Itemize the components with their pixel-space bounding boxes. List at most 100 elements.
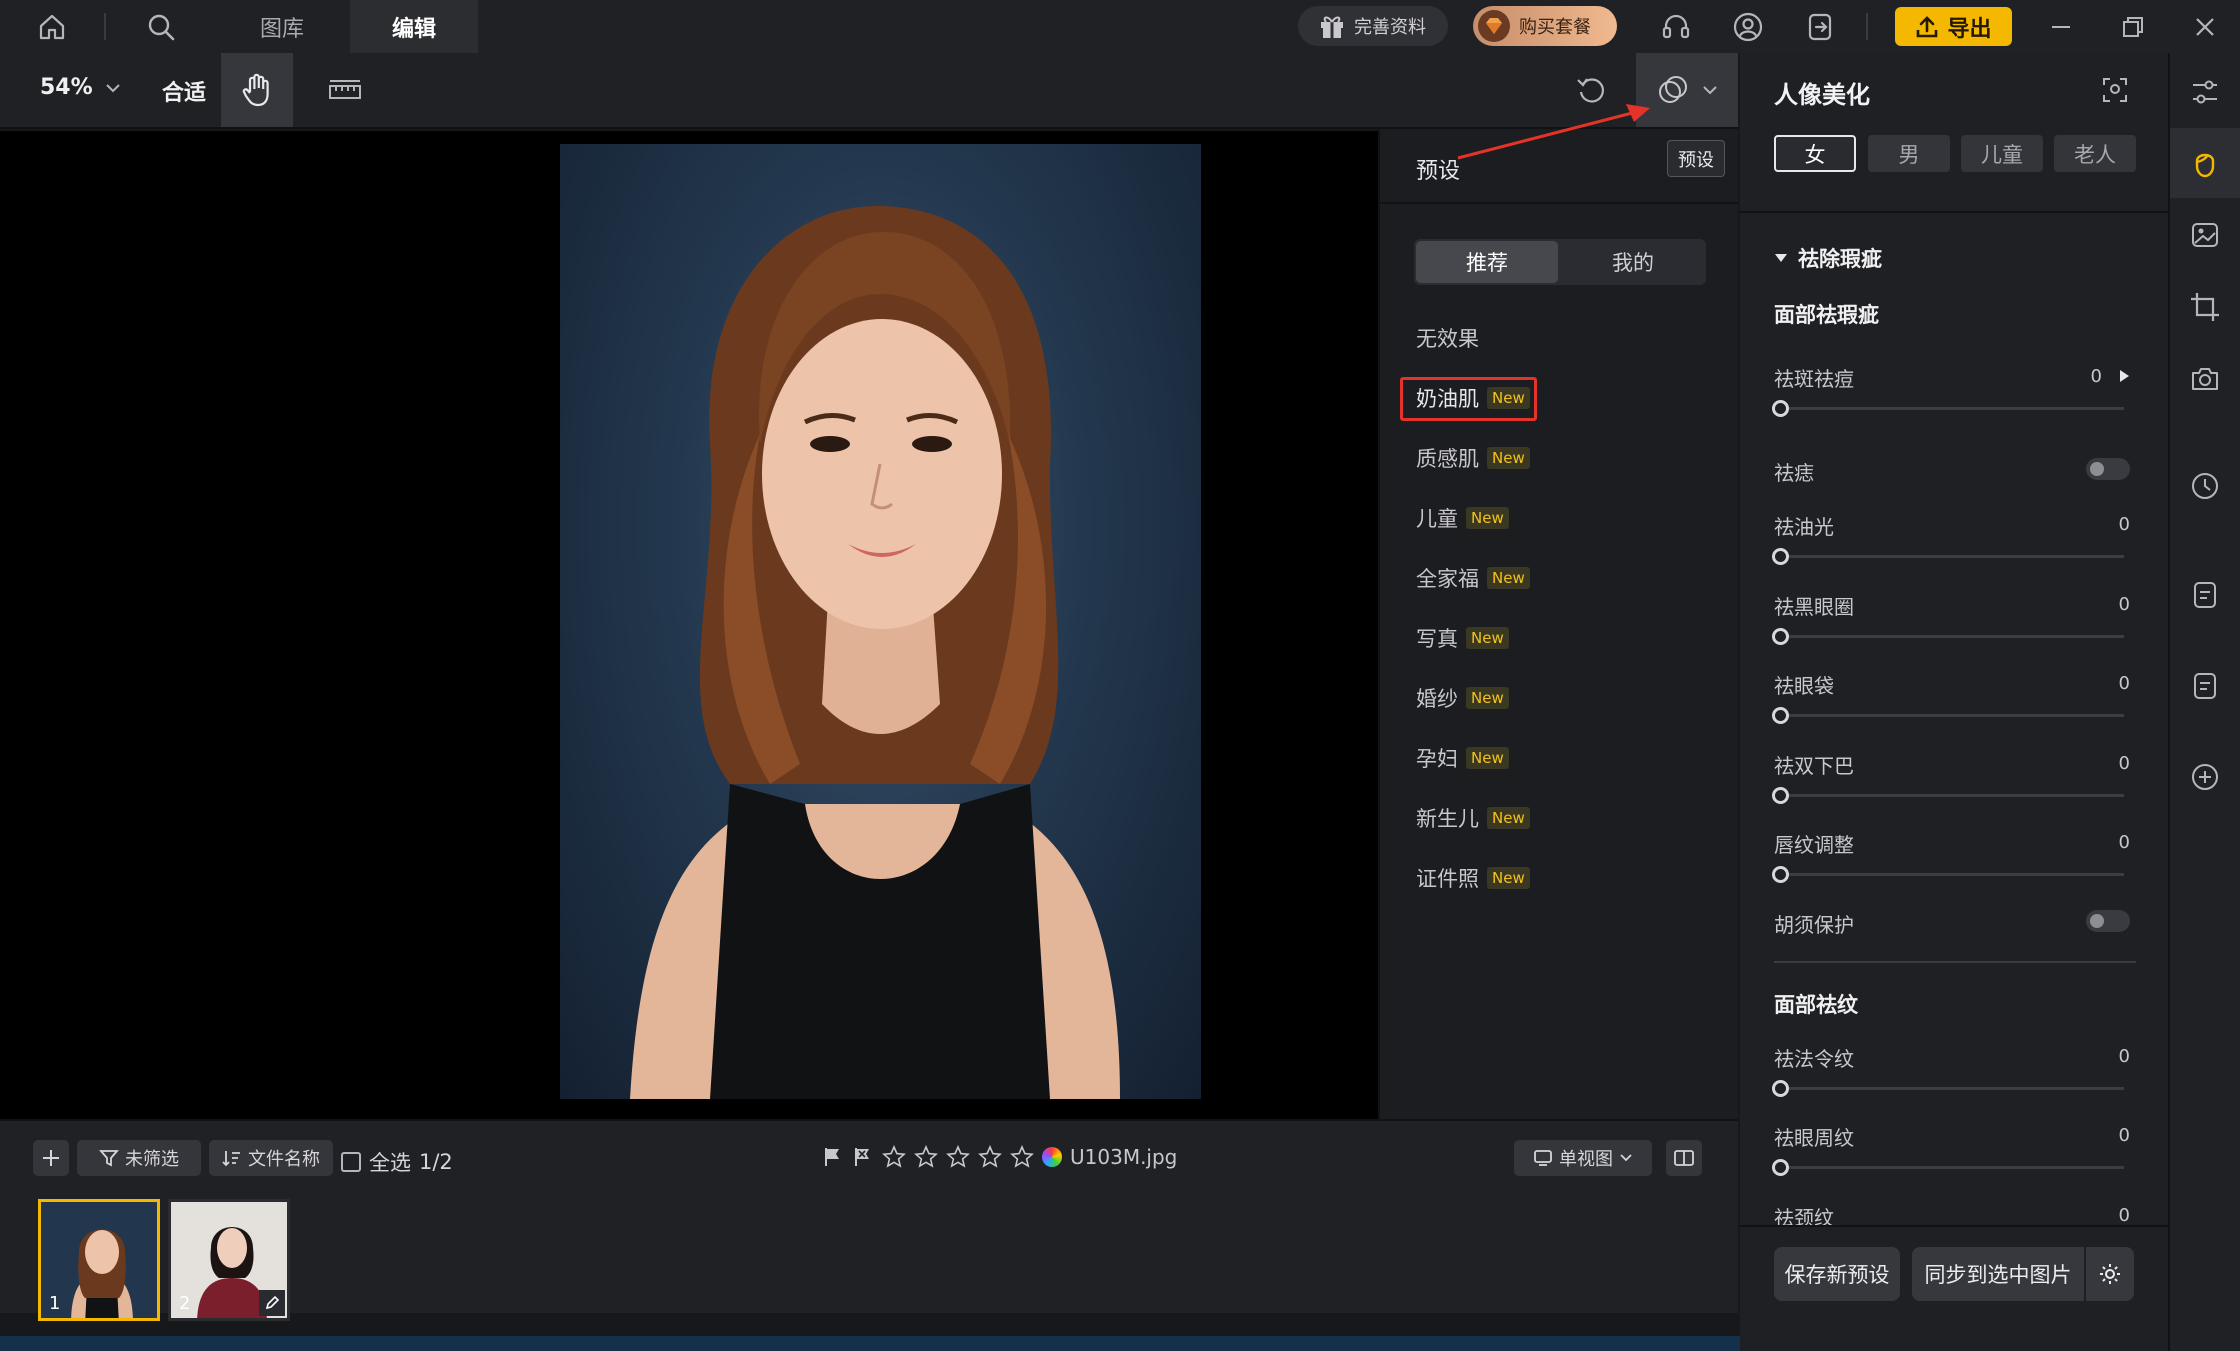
tab-library[interactable]: 图库 bbox=[222, 0, 342, 53]
top-bar: 图库 编辑 完善资料 购买套餐 导出 bbox=[0, 0, 2240, 53]
minimize-icon[interactable] bbox=[2041, 7, 2081, 47]
slider-handle[interactable] bbox=[1772, 628, 1789, 645]
slider-track[interactable] bbox=[1772, 628, 2124, 645]
slider-track[interactable] bbox=[1772, 1080, 2124, 1097]
toggle-switch[interactable] bbox=[2086, 910, 2130, 932]
star-icon[interactable] bbox=[914, 1145, 938, 1169]
slider-track[interactable] bbox=[1772, 866, 2124, 883]
preset-item-label: 婚纱 bbox=[1416, 687, 1458, 711]
chevron-down-icon bbox=[105, 83, 120, 92]
slider-value: 0 bbox=[2118, 1125, 2130, 1146]
camera-icon[interactable] bbox=[2170, 344, 2240, 414]
toggle-label: 祛痣 bbox=[1774, 461, 1814, 485]
preset-item[interactable]: 质感肌 New bbox=[1416, 441, 1530, 475]
gender-child[interactable]: 儿童 bbox=[1961, 135, 2043, 172]
star-icon[interactable] bbox=[882, 1145, 906, 1169]
slider-track[interactable] bbox=[1772, 548, 2124, 565]
preset-item-label: 证件照 bbox=[1416, 867, 1479, 891]
add-circle-icon[interactable] bbox=[2170, 742, 2240, 812]
close-icon[interactable] bbox=[2185, 7, 2225, 47]
image-count: 1/2 bbox=[419, 1150, 453, 1174]
preset-item[interactable]: 儿童 New bbox=[1416, 501, 1509, 535]
adjustment-footer: 保存新预设 同步到选中图片 bbox=[1740, 1225, 2168, 1351]
preset-item-label: 无效果 bbox=[1416, 327, 1479, 351]
zoom-select[interactable]: 54% bbox=[40, 75, 121, 100]
gender-male[interactable]: 男 bbox=[1868, 135, 1950, 172]
portrait-photo[interactable] bbox=[560, 144, 1201, 1099]
preset-item[interactable]: 写真 New bbox=[1416, 621, 1509, 655]
filter-button[interactable]: 未筛选 bbox=[77, 1140, 201, 1176]
flag-icon[interactable] bbox=[822, 1146, 844, 1168]
preset-item[interactable]: 无效果 bbox=[1416, 321, 1479, 355]
slider-label: 祛法令纹 bbox=[1774, 1047, 1854, 1071]
rating-bar: U103M.jpg bbox=[822, 1145, 1177, 1169]
compare-icon bbox=[1674, 1150, 1694, 1166]
gender-elder[interactable]: 老人 bbox=[2054, 135, 2136, 172]
user-icon[interactable] bbox=[1728, 7, 1768, 47]
new-badge: New bbox=[1466, 747, 1509, 769]
compare-view-button[interactable] bbox=[1666, 1140, 1702, 1176]
slider-handle[interactable] bbox=[1772, 400, 1789, 417]
panel-title: 人像美化 bbox=[1774, 81, 1870, 109]
slider-track[interactable] bbox=[1772, 787, 2124, 804]
history-icon[interactable] bbox=[2170, 451, 2240, 521]
preset-item[interactable]: 新生儿 New bbox=[1416, 801, 1530, 835]
sync-to-selected-button[interactable]: 同步到选中图片 bbox=[1912, 1247, 2084, 1301]
image-edit-icon[interactable] bbox=[2170, 200, 2240, 270]
slider-track[interactable] bbox=[1772, 707, 2124, 724]
gender-female[interactable]: 女 bbox=[1774, 135, 1856, 172]
adjust-sliders-icon[interactable] bbox=[2170, 57, 2240, 127]
headset-icon[interactable] bbox=[1656, 7, 1696, 47]
sort-button[interactable]: 文件名称 bbox=[209, 1140, 333, 1176]
buy-package-button[interactable]: 购买套餐 bbox=[1473, 6, 1617, 46]
notes-icon[interactable] bbox=[2170, 560, 2240, 630]
slider-handle[interactable] bbox=[1772, 1159, 1789, 1176]
add-image-button[interactable] bbox=[33, 1140, 69, 1176]
view-mode-select[interactable]: 单视图 bbox=[1514, 1140, 1652, 1176]
tab-edit[interactable]: 编辑 bbox=[350, 0, 478, 53]
complete-profile-button[interactable]: 完善资料 bbox=[1298, 6, 1448, 46]
home-icon[interactable] bbox=[32, 7, 72, 47]
star-icon[interactable] bbox=[1010, 1145, 1034, 1169]
preset-item[interactable]: 全家福 New bbox=[1416, 561, 1530, 595]
section-toggle[interactable]: 祛除瑕疵 bbox=[1774, 243, 1882, 273]
star-icon[interactable] bbox=[978, 1145, 1002, 1169]
complete-profile-label: 完善资料 bbox=[1354, 17, 1426, 38]
slider-handle[interactable] bbox=[1772, 866, 1789, 883]
preset-button[interactable]: 预设 bbox=[1667, 140, 1725, 177]
segment-recommended[interactable]: 推荐 bbox=[1416, 241, 1558, 283]
search-icon[interactable] bbox=[141, 7, 181, 47]
restore-icon[interactable] bbox=[2113, 7, 2153, 47]
slider-handle[interactable] bbox=[1772, 548, 1789, 565]
preset-item[interactable]: 婚纱 New bbox=[1416, 681, 1509, 715]
segment-mine[interactable]: 我的 bbox=[1562, 241, 1704, 283]
star-icon[interactable] bbox=[946, 1145, 970, 1169]
color-label-icon[interactable] bbox=[1042, 1147, 1062, 1167]
crop-icon[interactable] bbox=[2170, 272, 2240, 342]
save-preset-button[interactable]: 保存新预设 bbox=[1774, 1247, 1900, 1301]
slider-track[interactable] bbox=[1772, 1159, 2124, 1176]
slider-handle[interactable] bbox=[1772, 1080, 1789, 1097]
buy-package-label: 购买套餐 bbox=[1519, 17, 1591, 38]
preset-item[interactable]: 证件照 New bbox=[1416, 861, 1530, 895]
ruler-icon[interactable] bbox=[320, 71, 370, 111]
reject-flag-icon[interactable] bbox=[852, 1146, 874, 1168]
expand-arrow-icon[interactable] bbox=[2118, 369, 2130, 383]
logout-icon[interactable] bbox=[1800, 7, 1840, 47]
document-icon[interactable] bbox=[2170, 651, 2240, 721]
export-button[interactable]: 导出 bbox=[1895, 7, 2012, 46]
portrait-beauty-icon[interactable] bbox=[2170, 128, 2240, 198]
slider-handle[interactable] bbox=[1772, 787, 1789, 804]
fit-button[interactable]: 合适 bbox=[162, 75, 206, 107]
select-all-checkbox[interactable]: 全选 1/2 bbox=[341, 1147, 453, 1177]
thumbnail-1[interactable]: 1 bbox=[38, 1199, 160, 1321]
face-detect-icon[interactable] bbox=[2102, 77, 2128, 103]
slider-handle[interactable] bbox=[1772, 707, 1789, 724]
toggle-switch[interactable] bbox=[2086, 458, 2130, 480]
thumbnail-2[interactable]: 2 bbox=[168, 1199, 290, 1321]
preset-item[interactable]: 孕妇 New bbox=[1416, 741, 1509, 775]
hand-tool-button[interactable] bbox=[221, 53, 293, 127]
adjustment-header: 人像美化 女 男 儿童 老人 bbox=[1740, 53, 2168, 213]
slider-track[interactable] bbox=[1772, 400, 2124, 417]
sync-settings-button[interactable] bbox=[2086, 1247, 2134, 1301]
